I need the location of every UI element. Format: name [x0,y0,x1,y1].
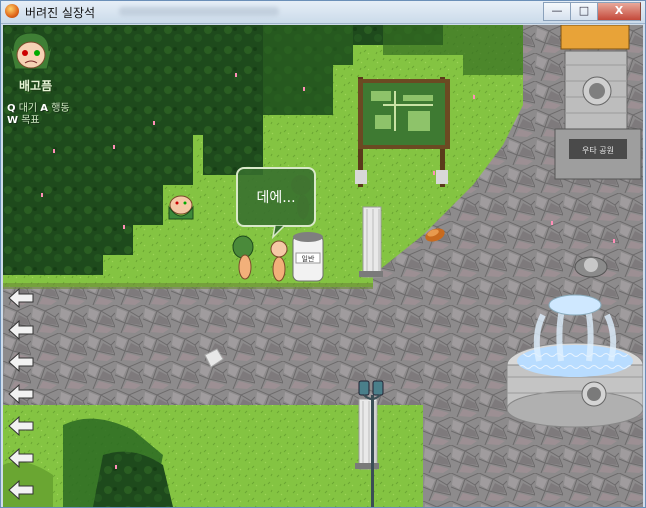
game-viewport[interactable]: 일반 우타 공원 배고픔 Q 대기 A 행동 W 목표 데에... [3,25,643,507]
hotkey-action: 목표 [21,115,40,126]
character-wanderer[interactable] [168,195,194,220]
hotkey-key: W [7,115,19,126]
speech-bubble-text: 데에... [256,190,296,206]
monument-plaque: 우타 공원 [582,146,614,155]
window-controls: — □ X [543,2,641,21]
left-arrow-icon[interactable] [7,415,35,437]
left-arrow-icon[interactable] [7,287,35,309]
window-title: 버려진 실장석 [25,6,96,20]
blurred-title-region [119,7,279,16]
left-arrow-icon[interactable] [7,479,35,501]
title-bar[interactable]: 버려진 실장석 — □ X [1,1,645,24]
minimize-button[interactable]: — [543,2,570,21]
left-arrow-icon[interactable] [7,383,35,405]
speech-bubble: 데에... [236,167,316,227]
close-button[interactable]: X [597,2,641,21]
maximize-button[interactable]: □ [570,2,597,21]
left-arrow-icon[interactable] [7,351,35,373]
trash-can-label: 일반 [302,254,315,263]
hotkey-action: 행동 [51,103,70,114]
game-map: 일반 우타 공원 [3,25,643,507]
bench-lower [355,398,379,470]
left-arrow-icon[interactable] [7,447,35,469]
game-window: 버려진 실장석 — □ X 일반 우타 공원 배고픔 Q 대기 A 행동 W 목… [0,0,646,508]
character-portrait [8,32,54,70]
left-arrow-icon[interactable] [7,319,35,341]
speech-bubble-tail [271,225,287,239]
nav-arrow-column [7,287,39,507]
hotkey-row-goal[interactable]: W 목표 [7,111,40,126]
status-text: 배고픔 [19,79,53,93]
hotkey-key: A [40,103,49,114]
bench-upper [359,206,383,278]
app-icon [5,4,19,18]
